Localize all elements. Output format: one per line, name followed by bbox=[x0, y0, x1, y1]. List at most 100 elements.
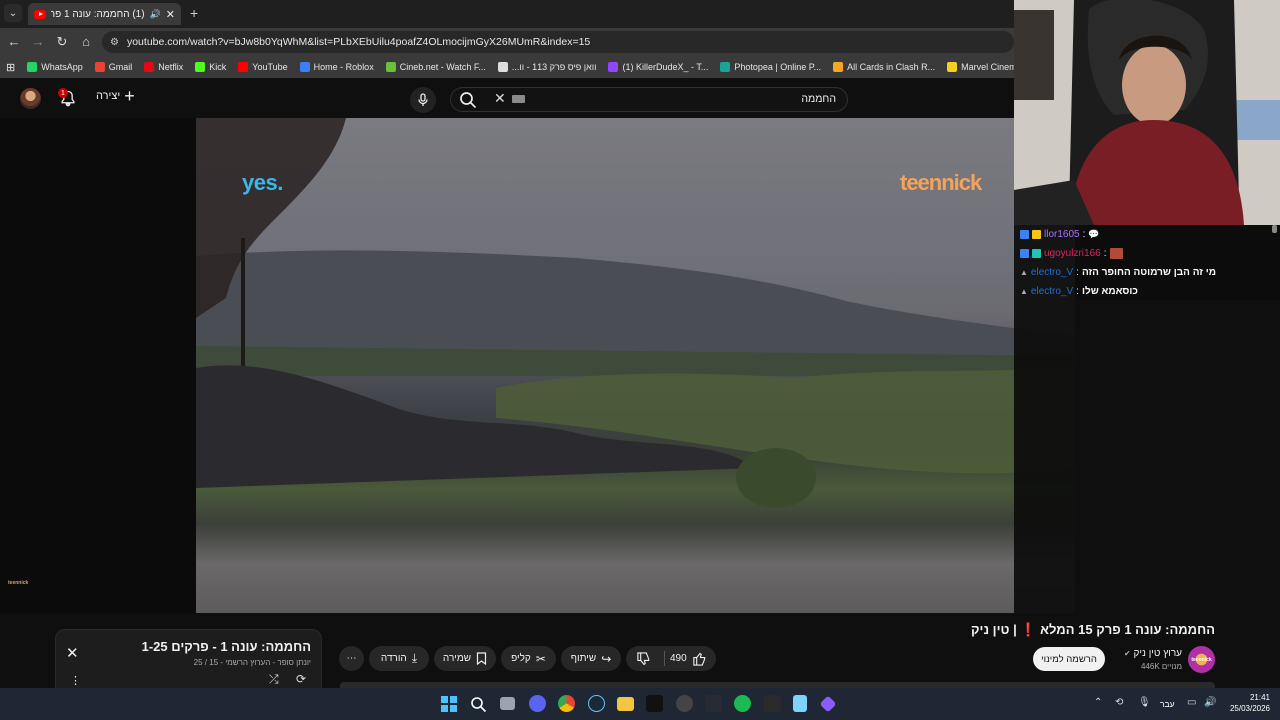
bookmark-favicon-icon bbox=[94, 62, 105, 72]
clear-search-icon[interactable]: ✕ bbox=[494, 90, 506, 107]
chat-message: llor1605 : 💬 bbox=[1020, 229, 1100, 240]
tab-search-dropdown[interactable]: ⌄ bbox=[4, 4, 22, 22]
app-icon[interactable] bbox=[705, 695, 722, 712]
bookmark-item[interactable]: Cineb.net - Watch F... bbox=[380, 62, 492, 72]
speaker-icon[interactable]: 🔊 bbox=[150, 9, 161, 20]
chrome-icon[interactable] bbox=[558, 695, 575, 712]
chat-background bbox=[1075, 300, 1280, 613]
chat-text: כוסאמא שלו bbox=[1081, 286, 1138, 297]
obs-icon[interactable] bbox=[676, 695, 693, 712]
input-language[interactable]: עבר bbox=[1160, 699, 1175, 709]
bookmark-label: Photopea | Online P... bbox=[734, 62, 822, 72]
bookmark-item[interactable]: Netflix bbox=[138, 62, 189, 72]
bookmark-label: Home - Roblox bbox=[313, 62, 374, 72]
search-icon[interactable] bbox=[458, 90, 478, 110]
more-actions-button[interactable]: ⋯ bbox=[339, 646, 364, 671]
bookmark-label: YouTube bbox=[252, 62, 288, 72]
left-letterbox bbox=[0, 118, 196, 613]
steam-icon[interactable] bbox=[588, 695, 605, 712]
home-icon[interactable]: ⌂ bbox=[78, 34, 94, 49]
bookmark-item[interactable]: Photopea | Online P... bbox=[714, 62, 827, 72]
discord-icon[interactable] bbox=[529, 695, 546, 712]
download-label: הורדה bbox=[380, 653, 407, 664]
playlist-close-icon[interactable]: ✕ bbox=[66, 644, 79, 662]
tab-close-icon[interactable]: ✕ bbox=[166, 8, 175, 21]
like-button[interactable]: 490 bbox=[670, 651, 707, 666]
bookmark-item[interactable]: Kick bbox=[189, 62, 232, 72]
voice-search-button[interactable] bbox=[410, 87, 436, 113]
apps-grid-icon[interactable]: ⊞ bbox=[6, 61, 15, 74]
teennick-mini-logo: teennick bbox=[8, 580, 29, 586]
playlist-title[interactable]: החממה: עונה 1 - פרקים 1-25 bbox=[110, 639, 311, 654]
url-text: youtube.com/watch?v=bJw8b0YqWhM&list=PLb… bbox=[126, 36, 591, 48]
create-button[interactable]: יצירה + bbox=[96, 87, 135, 105]
notepad-icon[interactable] bbox=[793, 695, 807, 712]
taskbar-search-icon[interactable] bbox=[470, 696, 487, 713]
download-button[interactable]: הורדה ⤓ bbox=[369, 646, 429, 671]
bookmark-item[interactable]: WhatsApp bbox=[21, 62, 89, 72]
share-label: שיתוף bbox=[570, 653, 597, 664]
clip-button[interactable]: קליפ ✂ bbox=[501, 646, 556, 671]
playlist-subtitle: יונתן סופר - הערוץ הרשמי - 15 / 25 bbox=[193, 658, 311, 667]
chat-username[interactable]: electro_V bbox=[1031, 267, 1073, 278]
channel-name[interactable]: ✔ ערוץ טין ניק bbox=[1100, 648, 1182, 659]
reload-icon[interactable]: ↻ bbox=[54, 34, 70, 50]
spotify-icon[interactable] bbox=[734, 695, 751, 712]
create-label: יצירה bbox=[96, 90, 121, 102]
volume-icon[interactable]: 🔊 bbox=[1204, 697, 1216, 708]
playlist-more-icon[interactable]: ⋮ bbox=[70, 674, 81, 687]
shuffle-icon[interactable]: ⤮ bbox=[269, 672, 279, 687]
bookmark-favicon-icon bbox=[497, 62, 508, 72]
account-avatar[interactable] bbox=[20, 88, 41, 109]
chat-message: ▲ electro_V : מי זה הבן שרמוטה החופר הזה bbox=[1020, 267, 1216, 278]
browser-tab-active[interactable]: (1) החממה: עונה 1 פרק 15 🔊 ✕ bbox=[28, 3, 181, 25]
chat-username[interactable]: ugoyulzri166 bbox=[1044, 248, 1101, 259]
windows-start-icon[interactable] bbox=[441, 696, 457, 712]
thumbs-down-icon bbox=[637, 652, 650, 666]
streamer-webcam bbox=[1014, 0, 1280, 225]
chat-colon: : bbox=[1076, 267, 1079, 278]
epic-games-icon[interactable] bbox=[764, 695, 781, 712]
chat-username[interactable]: llor1605 bbox=[1044, 229, 1080, 240]
chat-scrollbar[interactable] bbox=[1272, 225, 1277, 233]
notification-count-badge: 1 bbox=[58, 88, 68, 98]
capcut-icon[interactable] bbox=[646, 695, 663, 712]
bookmark-item[interactable]: Marvel Cinematic U... bbox=[941, 62, 1014, 72]
bookmark-favicon-icon bbox=[947, 62, 958, 72]
address-bar[interactable]: ⚙ youtube.com/watch?v=bJw8b0YqWhM&list=P… bbox=[102, 31, 1014, 53]
save-button[interactable]: שמירה bbox=[434, 646, 496, 671]
subscribe-button[interactable]: הרשמה למינוי bbox=[1033, 647, 1105, 671]
download-icon: ⤓ bbox=[411, 651, 418, 665]
chat-colon: : bbox=[1082, 229, 1086, 240]
chat-username[interactable]: electro_V bbox=[1031, 286, 1073, 297]
task-view-icon[interactable] bbox=[500, 697, 515, 710]
taskbar-clock[interactable]: 21:41 25/03/2026 bbox=[1226, 692, 1270, 714]
bookmark-favicon-icon bbox=[720, 62, 731, 72]
keyboard-icon[interactable] bbox=[512, 95, 525, 103]
bookmark-label: ...וואן פיס פרק 113 - וו bbox=[511, 62, 597, 72]
tray-sync-icon[interactable]: ⟲ bbox=[1115, 697, 1123, 708]
new-tab-button[interactable]: + bbox=[190, 5, 198, 21]
tray-chevron-icon[interactable]: ⌃ bbox=[1094, 697, 1102, 708]
bullet-icon: ▲ bbox=[1020, 287, 1028, 296]
tray-mic-icon[interactable]: 🎙 bbox=[1138, 697, 1151, 708]
site-info-icon[interactable]: ⚙ bbox=[110, 37, 119, 48]
bookmarks-bar: ⊞ WhatsApp Gmail Netflix Kick YouTube Home - … bbox=[0, 56, 1014, 78]
channel-avatar[interactable]: teennick bbox=[1188, 646, 1215, 673]
file-explorer-icon[interactable] bbox=[617, 697, 634, 711]
subscriber-count: 446K מנויים bbox=[1140, 662, 1182, 671]
bookmark-item[interactable]: ...וואן פיס פרק 113 - וו bbox=[492, 62, 603, 72]
network-icon[interactable]: ▭ bbox=[1187, 697, 1196, 708]
share-button[interactable]: שיתוף ↪ bbox=[561, 646, 621, 671]
dislike-button[interactable] bbox=[636, 651, 651, 669]
bookmark-item[interactable]: All Cards in Clash R... bbox=[827, 62, 941, 72]
bookmark-item[interactable]: YouTube bbox=[232, 62, 293, 72]
bookmark-item[interactable]: Home - Roblox bbox=[294, 62, 380, 72]
yes-channel-logo: yes. bbox=[242, 170, 283, 195]
loop-icon[interactable]: ⟳ bbox=[296, 672, 306, 686]
like-divider bbox=[664, 651, 665, 666]
forward-arrow-icon[interactable]: → bbox=[30, 34, 46, 49]
bookmark-item[interactable]: (1) KillerDudeX_ - T... bbox=[602, 62, 714, 72]
back-arrow-icon[interactable]: ← bbox=[6, 34, 22, 49]
bookmark-item[interactable]: Gmail bbox=[89, 62, 139, 72]
